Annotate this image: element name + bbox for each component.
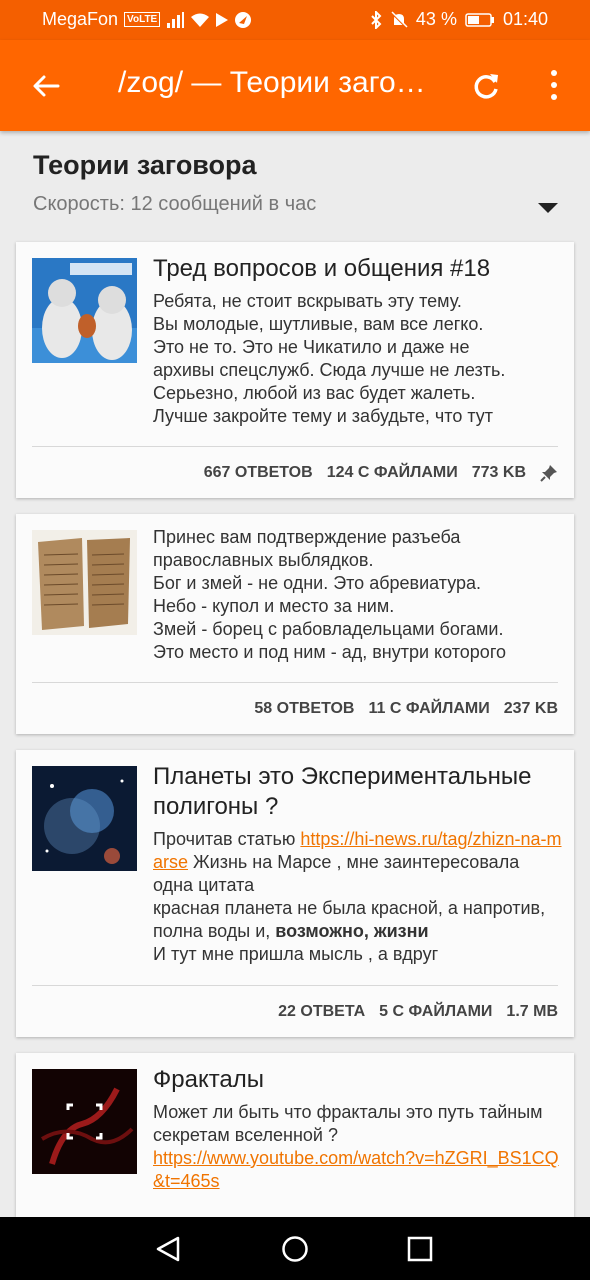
thread-size: 773 KB — [471, 464, 526, 481]
divider — [32, 985, 558, 986]
thread-stats: 667 ОТВЕТОВ 124 С ФАЙЛАМИ 773 KB — [204, 464, 558, 482]
pin-icon — [540, 465, 557, 482]
system-nav-bar — [0, 1217, 590, 1280]
wifi-icon — [191, 13, 210, 27]
play-icon — [216, 12, 229, 27]
thread-body: Может ли быть что фракталы это путь тайн… — [153, 1101, 563, 1193]
thread-thumbnail[interactable] — [32, 258, 137, 363]
thread-content: Фракталы Может ли быть что фракталы это … — [153, 1065, 563, 1193]
thread-thumbnail[interactable] — [32, 1069, 137, 1174]
thread-subject: Фракталы — [153, 1066, 265, 1093]
body-text: Прочитав статью — [153, 829, 301, 849]
volte-badge: VoLTE — [124, 12, 161, 27]
body-line: Лучше закройте тему и забудьте, что тут — [153, 406, 494, 426]
body-text: Может ли быть что фракталы это путь тайн… — [153, 1102, 543, 1145]
thread-card[interactable]: Планеты это Экспериментальные полигоны ?… — [16, 750, 574, 1037]
back-arrow-icon[interactable] — [30, 70, 62, 102]
body-line: православных выблядков. — [153, 550, 374, 570]
body-line: Это не то. Это не Чикатило и даже не — [153, 337, 470, 357]
mute-icon — [391, 10, 408, 28]
thread-thumbnail[interactable] — [32, 530, 137, 635]
body-line: И тут мне пришла мысль , а вдруг — [153, 944, 439, 964]
thread-card[interactable]: Фракталы Может ли быть что фракталы это … — [16, 1053, 574, 1217]
bold-text: возможно, жизни — [275, 921, 429, 941]
board-title: Теории заговора — [33, 150, 257, 180]
reply-count: 22 ОТВЕТА — [278, 1003, 366, 1020]
body-line: Это место и под ним - ад, внутри которог… — [153, 642, 506, 662]
thread-size: 237 KB — [503, 700, 558, 717]
thread-body: Прочитав статью https://hi-news.ru/tag/z… — [153, 828, 563, 966]
toolbar-title: /zog/ — Теории заговора — [118, 66, 438, 99]
carrier-name: MegaFon — [42, 9, 119, 29]
battery-icon — [465, 12, 494, 27]
body-line: Бог и змей - не одни. Это абревиатура. — [153, 573, 482, 593]
thread-stats: 22 ОТВЕТА 5 С ФАЙЛАМИ 1.7 MB — [278, 1003, 558, 1021]
more-vert-icon[interactable] — [540, 68, 568, 104]
nav-home-icon[interactable] — [281, 1235, 309, 1263]
refresh-icon[interactable] — [470, 70, 502, 102]
thread-stats: 58 ОТВЕТОВ 11 С ФАЙЛАМИ 237 KB — [254, 700, 558, 718]
thread-subject: Планеты это Экспериментальные полигоны ? — [153, 763, 532, 820]
thread-card[interactable]: Принес вам подтверждение разъеба правосл… — [16, 514, 574, 734]
body-text: Жизнь на Марсе , мне заинтересовала одна… — [153, 852, 520, 895]
nav-back-icon[interactable] — [154, 1235, 182, 1263]
thread-link[interactable]: https://www.youtube.com/watch?v=hZGRI_BS… — [153, 1147, 563, 1193]
thread-size: 1.7 MB — [506, 1003, 558, 1020]
body-line: Серьезно, любой из вас будет жалеть. — [153, 383, 476, 403]
divider — [32, 446, 558, 447]
bluetooth-icon — [371, 10, 382, 29]
thread-subject: Тред вопросов и общения #18 — [153, 255, 491, 282]
body-line: архивы спецслужб. Сюда лучше не лезть. — [153, 360, 506, 380]
board-speed: Скорость: 12 сообщений в час — [33, 193, 317, 215]
body-line: Ребята, не стоит вскрывать эту тему. — [153, 291, 462, 311]
signal-icon — [167, 11, 185, 28]
body-line: Змей - борец с рабовладельцами богами. — [153, 619, 504, 639]
file-count: 124 С ФАЙЛАМИ — [326, 464, 458, 481]
reply-count: 667 ОТВЕТОВ — [203, 464, 313, 481]
thread-thumbnail[interactable] — [32, 766, 137, 871]
navigation-icon — [235, 11, 252, 28]
body-line: Вы молодые, шутливые, вам все легко. — [153, 314, 484, 334]
file-count: 5 С ФАЙЛАМИ — [379, 1003, 493, 1020]
nav-recents-icon[interactable] — [407, 1236, 433, 1262]
reply-count: 58 ОТВЕТОВ — [254, 700, 355, 717]
file-count: 11 С ФАЙЛАМИ — [368, 700, 490, 717]
body-line: Принес вам подтверждение разъеба — [153, 527, 461, 547]
board-header: Теории заговора Скорость: 12 сообщений в… — [33, 150, 563, 216]
chevron-down-icon[interactable] — [536, 200, 560, 216]
clock: 01:40 — [502, 9, 548, 29]
thread-body: Ребята, не стоит вскрывать эту тему. Вы … — [153, 290, 563, 428]
thread-card[interactable]: Тред вопросов и общения #18 Ребята, не с… — [16, 242, 574, 498]
thread-content: Планеты это Экспериментальные полигоны ?… — [153, 762, 563, 966]
battery-percent: 43 % — [415, 9, 457, 29]
thread-content: Тред вопросов и общения #18 Ребята, не с… — [153, 254, 563, 428]
thread-body: Принес вам подтверждение разъеба правосл… — [153, 526, 563, 664]
status-bar: MegaFon VoLTE 43 % 01:40 — [0, 0, 590, 40]
app-bar: /zog/ — Теории заговора — [0, 40, 590, 131]
divider — [32, 682, 558, 683]
body-line: Небо - купол и место за ним. — [153, 596, 395, 616]
thread-content: Принес вам подтверждение разъеба правосл… — [153, 526, 563, 664]
